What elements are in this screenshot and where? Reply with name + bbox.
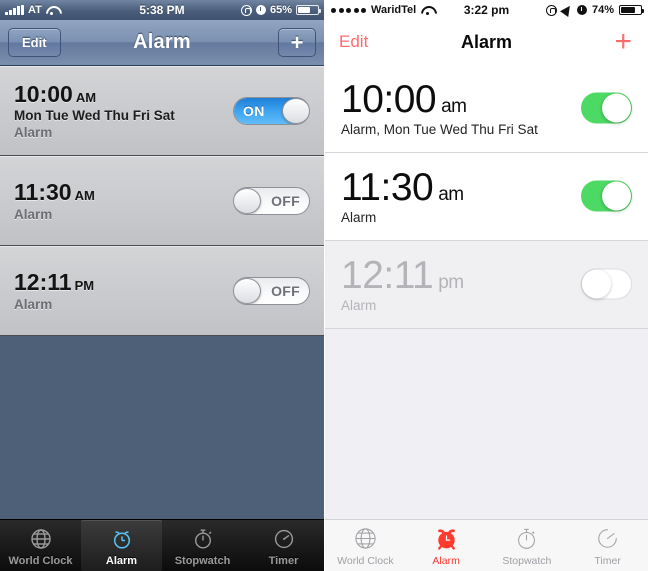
- battery-percent: 65%: [269, 4, 292, 16]
- page-title: Alarm: [133, 31, 191, 53]
- ios6-tab-bar: World Clock Alarm Stopwatch Timer: [0, 519, 324, 571]
- alarm-label: Alarm: [14, 206, 53, 222]
- tab-label: Stopwatch: [502, 555, 552, 567]
- rotation-lock-icon: [240, 4, 252, 16]
- location-arrow-icon: [560, 3, 574, 17]
- tab-timer[interactable]: Timer: [567, 520, 648, 571]
- toggle-state-label: OFF: [271, 283, 300, 299]
- alarm-clock-icon: [255, 5, 266, 15]
- globe-icon: [27, 525, 55, 553]
- tab-stopwatch[interactable]: Stopwatch: [487, 520, 568, 571]
- ios7-alarm-list: 10:00 am Alarm, Mon Tue Wed Thu Fri Sat 1…: [325, 64, 648, 329]
- table-row[interactable]: 11:30 am Alarm: [325, 152, 648, 240]
- tab-label: Alarm: [432, 555, 460, 567]
- alarm-toggle[interactable]: OFF: [233, 277, 310, 305]
- edit-button[interactable]: Edit: [8, 28, 61, 57]
- toggle-knob: [234, 278, 261, 304]
- alarm-time: 10:00: [14, 80, 73, 107]
- table-row[interactable]: 12:11 PM Alarm OFF: [0, 246, 324, 336]
- alarm-meridiem: AM: [75, 89, 97, 105]
- stopwatch-icon: [513, 524, 541, 552]
- tab-label: World Clock: [8, 554, 73, 567]
- timer-icon: [270, 525, 298, 553]
- battery-icon: [619, 5, 644, 15]
- tab-alarm[interactable]: Alarm: [81, 520, 162, 571]
- alarm-toggle[interactable]: OFF: [233, 187, 310, 215]
- alarm-meridiem: pm: [438, 271, 464, 293]
- alarm-days: Mon Tue Wed Thu Fri Sat: [14, 108, 175, 124]
- tab-label: Stopwatch: [174, 554, 231, 567]
- add-alarm-button[interactable]: +: [614, 27, 632, 57]
- timer-icon: [594, 524, 622, 552]
- ios6-nav-bar: Edit Alarm +: [0, 20, 324, 66]
- stopwatch-icon: [189, 525, 217, 553]
- add-alarm-button[interactable]: +: [278, 28, 316, 57]
- toggle-state-label: OFF: [271, 193, 300, 209]
- alarm-time: 12:11: [341, 253, 434, 297]
- table-row[interactable]: 12:11 pm Alarm: [325, 240, 648, 328]
- carrier-label: AT: [28, 4, 42, 16]
- wifi-icon: [46, 5, 58, 15]
- list-bottom-divider: [325, 328, 648, 329]
- alarm-label: Alarm: [14, 296, 53, 312]
- toggle-knob: [282, 98, 309, 124]
- alarm-clock-icon: [108, 525, 136, 553]
- ios7-nav-bar: Edit Alarm +: [325, 20, 648, 64]
- tab-label: Alarm: [105, 554, 138, 567]
- table-row[interactable]: 11:30 AM Alarm OFF: [0, 156, 324, 246]
- alarm-subtitle: Alarm: [341, 209, 377, 225]
- tab-label: Timer: [268, 554, 299, 567]
- alarm-time: 10:00: [341, 77, 437, 121]
- toggle-knob: [582, 269, 611, 299]
- toggle-state-label: ON: [243, 103, 265, 119]
- tab-label: Timer: [594, 555, 621, 567]
- table-row[interactable]: 10:00 AM Mon Tue Wed Thu Fri Sat Alarm ON: [0, 66, 324, 156]
- alarm-meridiem: PM: [74, 278, 95, 294]
- alarm-toggle[interactable]: [581, 180, 632, 212]
- signal-bars-icon: [5, 4, 24, 15]
- alarm-time: 11:30: [14, 179, 72, 206]
- panel-divider: [324, 0, 325, 571]
- ios7-tab-bar: World Clock Alarm Stopwatch Timer: [325, 519, 648, 571]
- alarm-clock-icon: [432, 524, 460, 552]
- toggle-knob: [602, 93, 631, 123]
- tab-alarm[interactable]: Alarm: [406, 520, 487, 571]
- page-title: Alarm: [460, 31, 513, 52]
- alarm-clock-icon: [576, 5, 587, 15]
- tab-world-clock[interactable]: World Clock: [325, 520, 406, 571]
- tab-timer[interactable]: Timer: [243, 520, 324, 571]
- ios7-status-bar: WaridTel 3:22 pm 74%: [325, 0, 648, 20]
- screenshot-comparison: AT 5:38 PM 65% Edit Alarm + 10:00 AM Mon …: [0, 0, 648, 571]
- ios6-alarm-list: 10:00 AM Mon Tue Wed Thu Fri Sat Alarm ON…: [0, 66, 324, 336]
- alarm-subtitle: Alarm: [341, 297, 377, 313]
- battery-icon: [296, 5, 321, 15]
- table-row[interactable]: 10:00 am Alarm, Mon Tue Wed Thu Fri Sat: [325, 64, 648, 152]
- tab-label: World Clock: [337, 555, 394, 567]
- ios7-phone-panel: WaridTel 3:22 pm 74% Edit Alarm + 10:00 a…: [324, 0, 648, 571]
- alarm-meridiem: am: [438, 183, 464, 205]
- alarm-subtitle: Alarm, Mon Tue Wed Thu Fri Sat: [341, 121, 538, 137]
- alarm-toggle[interactable]: ON: [233, 97, 310, 125]
- battery-percent: 74%: [591, 4, 614, 16]
- alarm-time: 12:11: [14, 269, 72, 296]
- alarm-time: 11:30: [341, 165, 434, 209]
- alarm-meridiem: AM: [74, 188, 95, 204]
- tab-world-clock[interactable]: World Clock: [0, 520, 81, 571]
- alarm-label: Alarm: [14, 125, 53, 141]
- ios6-status-bar: AT 5:38 PM 65%: [0, 0, 324, 20]
- globe-icon: [351, 524, 379, 552]
- alarm-toggle[interactable]: [581, 92, 632, 124]
- alarm-toggle[interactable]: [581, 268, 632, 300]
- alarm-meridiem: am: [441, 95, 467, 117]
- toggle-knob: [602, 181, 631, 211]
- edit-button[interactable]: Edit: [339, 32, 368, 52]
- rotation-lock-icon: [545, 4, 557, 16]
- ios6-phone-panel: AT 5:38 PM 65% Edit Alarm + 10:00 AM Mon …: [0, 0, 324, 571]
- toggle-knob: [234, 188, 261, 214]
- tab-stopwatch[interactable]: Stopwatch: [162, 520, 243, 571]
